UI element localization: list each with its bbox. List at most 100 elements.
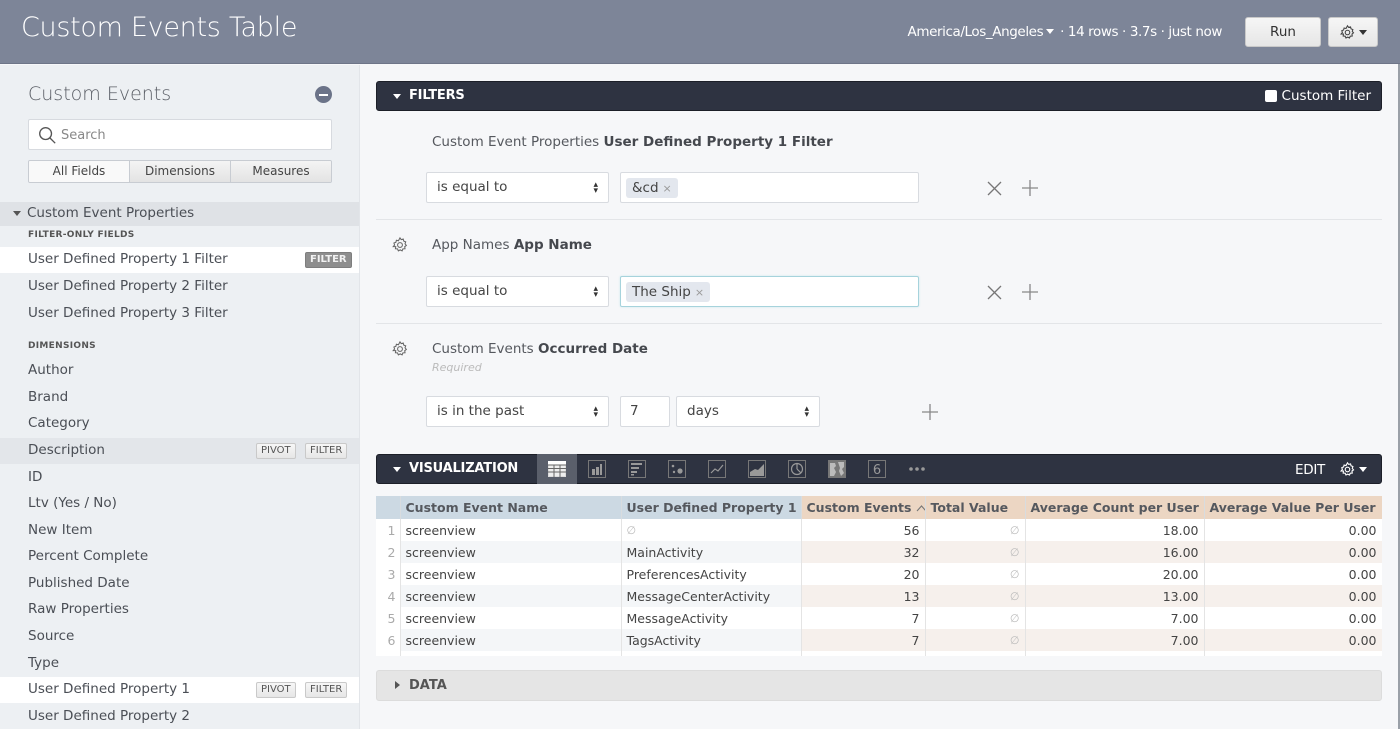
table-cell[interactable]: 16.00 <box>1025 541 1205 563</box>
viz-single-value-button[interactable]: 6 <box>857 454 897 484</box>
table-cell[interactable]: MainActivity <box>621 541 802 563</box>
filter-2-operator-select[interactable]: is equal to ▴ ▾ <box>426 276 609 307</box>
sidebar-field-ltv[interactable]: Ltv (Yes / No) <box>0 491 359 517</box>
column-header[interactable]: Custom Event Name <box>400 496 622 519</box>
table-cell[interactable]: MessageActivity <box>621 607 802 629</box>
viz-map-button[interactable] <box>817 454 857 484</box>
table-cell[interactable]: 7 <box>801 607 926 629</box>
table-cell[interactable]: 0.00 <box>1204 519 1382 541</box>
table-cell[interactable]: screenview <box>400 541 622 563</box>
column-header-sorted[interactable]: Custom Events <box>801 496 926 519</box>
view-group-header[interactable]: Custom Event Properties <box>0 202 359 226</box>
add-filter-icon[interactable] <box>1022 180 1038 196</box>
gear-icon[interactable] <box>391 236 409 254</box>
remove-chip-icon[interactable]: × <box>663 182 672 195</box>
tab-dimensions[interactable]: Dimensions <box>130 161 231 182</box>
collapse-sidebar-button[interactable] <box>315 86 332 103</box>
viz-line-button[interactable] <box>697 454 737 484</box>
filter-tag-button[interactable]: FILTER <box>305 252 352 268</box>
table-cell[interactable]: 0.00 <box>1204 607 1382 629</box>
table-cell[interactable]: PreferencesActivity <box>621 563 802 585</box>
viz-scatter-button[interactable] <box>657 454 697 484</box>
sidebar-field-author[interactable]: Author <box>0 358 359 384</box>
filter-3-operator-select[interactable]: is in the past ▴ ▾ <box>426 396 609 427</box>
table-cell[interactable]: 20 <box>801 563 926 585</box>
pivot-tag-button[interactable]: PIVOT <box>256 682 296 698</box>
table-cell[interactable]: 7 <box>801 629 926 651</box>
table-cell[interactable]: 20.00 <box>1025 563 1205 585</box>
viz-table-button[interactable] <box>537 454 577 484</box>
null-cell[interactable]: ∅ <box>925 541 1026 563</box>
column-header[interactable]: Average Count per User <box>1025 496 1205 519</box>
sidebar-field-id[interactable]: ID <box>0 465 359 491</box>
remove-filter-icon[interactable] <box>987 181 1002 196</box>
add-filter-icon[interactable] <box>1022 284 1038 300</box>
table-cell[interactable]: 7.00 <box>1025 607 1205 629</box>
table-cell[interactable]: 32 <box>801 541 926 563</box>
tab-all-fields[interactable]: All Fields <box>29 161 130 182</box>
gear-icon[interactable] <box>391 340 409 358</box>
filter-tag-button[interactable]: FILTER <box>305 682 348 698</box>
filter-3-amount-input[interactable]: 7 <box>620 396 670 427</box>
table-cell[interactable]: MessageCenterActivity <box>621 585 802 607</box>
filter-1-operator-select[interactable]: is equal to ▴ ▾ <box>426 172 609 203</box>
filter-1-value-input[interactable]: &cd × <box>620 172 919 203</box>
filters-section-header[interactable]: FILTERS Custom Filter <box>376 81 1382 111</box>
table-cell[interactable]: screenview <box>400 629 622 651</box>
null-cell[interactable]: ∅ <box>621 519 802 541</box>
filter-tag-button[interactable]: FILTER <box>305 443 348 459</box>
data-section-header[interactable]: DATA <box>376 670 1382 701</box>
sidebar-field-published-date[interactable]: Published Date <box>0 571 359 597</box>
viz-column-button[interactable] <box>577 454 617 484</box>
tab-measures[interactable]: Measures <box>231 161 331 182</box>
table-cell[interactable]: 0.00 <box>1204 563 1382 585</box>
sidebar-field-brand[interactable]: Brand <box>0 385 359 411</box>
table-cell[interactable]: screenview <box>400 563 622 585</box>
null-cell[interactable]: ∅ <box>925 585 1026 607</box>
sidebar-field-new-item[interactable]: New Item <box>0 518 359 544</box>
null-cell[interactable]: ∅ <box>925 519 1026 541</box>
table-cell[interactable]: 0.00 <box>1204 629 1382 651</box>
sidebar-field-user-defined-property-2-filter[interactable]: User Defined Property 2 Filter <box>0 274 359 300</box>
column-header[interactable]: User Defined Property 1 <box>621 496 802 519</box>
column-header[interactable]: Average Value Per User <box>1204 496 1382 519</box>
null-cell[interactable]: ∅ <box>925 607 1026 629</box>
sidebar-field-user-defined-property-1[interactable]: User Defined Property 1 PIVOT FILTER <box>0 677 359 703</box>
run-button[interactable]: Run <box>1245 17 1321 47</box>
viz-bar-button[interactable] <box>617 454 657 484</box>
add-filter-icon[interactable] <box>922 404 938 420</box>
table-cell[interactable]: 7.00 <box>1025 629 1205 651</box>
filter-3-unit-select[interactable]: days ▴ ▾ <box>676 396 820 427</box>
visualization-settings-button[interactable] <box>1339 461 1367 478</box>
sidebar-field-source[interactable]: Source <box>0 624 359 650</box>
null-cell[interactable]: ∅ <box>925 629 1026 651</box>
table-cell[interactable]: screenview <box>400 585 622 607</box>
table-cell[interactable]: 0.00 <box>1204 541 1382 563</box>
settings-menu-button[interactable] <box>1328 17 1378 47</box>
remove-filter-icon[interactable] <box>987 285 1002 300</box>
sidebar-field-category[interactable]: Category <box>0 411 359 437</box>
table-cell[interactable]: 0.00 <box>1204 585 1382 607</box>
sidebar-field-description[interactable]: Description PIVOT FILTER <box>0 438 359 464</box>
timezone-select[interactable]: America/Los_Angeles <box>907 24 1056 40</box>
sidebar-field-percent-complete[interactable]: Percent Complete <box>0 544 359 570</box>
table-cell[interactable]: 13.00 <box>1025 585 1205 607</box>
custom-filter-toggle[interactable]: Custom Filter <box>1264 88 1371 104</box>
null-cell[interactable]: ∅ <box>925 563 1026 585</box>
table-cell[interactable]: 18.00 <box>1025 519 1205 541</box>
visualization-section-header[interactable]: VISUALIZATION 6 EDIT <box>376 454 1382 484</box>
checkbox[interactable] <box>1264 90 1277 102</box>
viz-more-button[interactable] <box>897 454 937 484</box>
table-cell[interactable]: screenview <box>400 519 622 541</box>
table-cell[interactable]: screenview <box>400 607 622 629</box>
sidebar-field-type[interactable]: Type <box>0 651 359 677</box>
viz-area-button[interactable] <box>737 454 777 484</box>
sidebar-field-raw-properties[interactable]: Raw Properties <box>0 597 359 623</box>
viz-pie-button[interactable] <box>777 454 817 484</box>
sidebar-field-user-defined-property-3-filter[interactable]: User Defined Property 3 Filter <box>0 301 359 327</box>
remove-chip-icon[interactable]: × <box>695 286 704 299</box>
table-cell[interactable]: 13 <box>801 585 926 607</box>
field-search-input[interactable] <box>61 124 321 146</box>
edit-visualization-button[interactable]: EDIT <box>1295 462 1325 478</box>
filter-2-value-input[interactable]: The Ship × <box>620 276 919 307</box>
